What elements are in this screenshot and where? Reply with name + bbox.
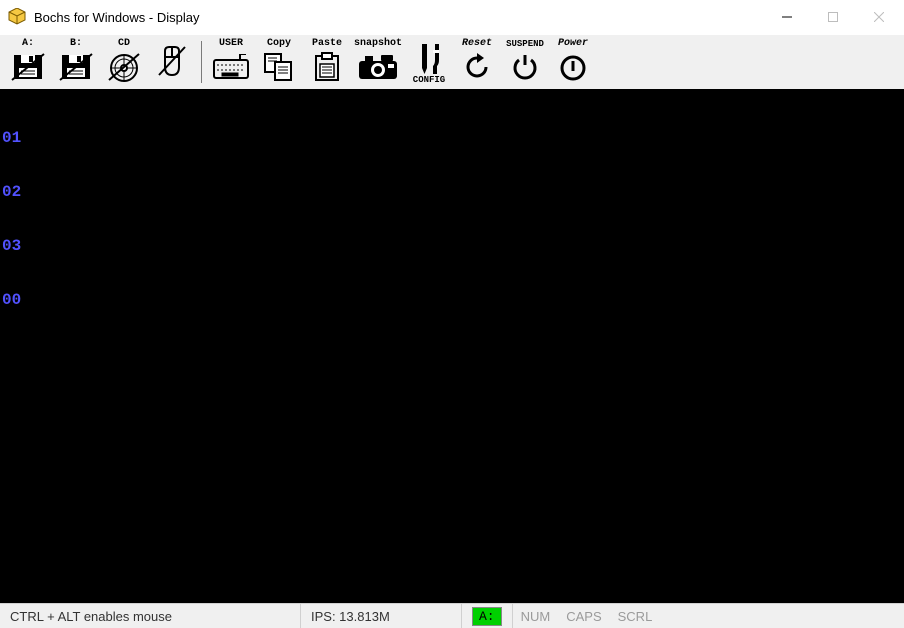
power-button[interactable]: Power xyxy=(551,39,595,85)
paste-icon xyxy=(312,49,342,85)
toolbar-label: Reset xyxy=(462,39,492,49)
suspend-button[interactable]: SUSPEND xyxy=(503,39,547,85)
floppy-b-button[interactable]: B: xyxy=(54,39,98,85)
scrolllock-indicator: SCRL xyxy=(610,609,661,624)
window: Bochs for Windows - Display A: xyxy=(0,0,904,628)
toolbar-label: Paste xyxy=(312,39,342,49)
app-icon xyxy=(8,8,26,26)
window-title: Bochs for Windows - Display xyxy=(34,10,199,25)
titlebar: Bochs for Windows - Display xyxy=(0,0,904,34)
status-ips: IPS: 13.813M xyxy=(301,604,462,628)
toolbar-label: Copy xyxy=(267,39,291,49)
reset-icon xyxy=(463,49,491,85)
console-line: 01 xyxy=(2,129,902,147)
console-line: 03 xyxy=(2,237,902,255)
reset-button[interactable]: Reset xyxy=(455,39,499,85)
status-drive-cell: A: xyxy=(462,604,513,628)
floppy-a-icon xyxy=(11,49,45,85)
minimize-button[interactable] xyxy=(764,2,810,32)
config-button[interactable]: CONFIG xyxy=(407,39,451,85)
camera-icon xyxy=(357,49,399,85)
toolbar-separator xyxy=(201,41,202,83)
copy-button[interactable]: Copy xyxy=(257,39,301,85)
floppy-a-button[interactable]: A: xyxy=(6,39,50,85)
cdrom-icon xyxy=(107,49,141,85)
toolbar-label: B: xyxy=(70,39,82,49)
console-line: 02 xyxy=(2,183,902,201)
keyboard-icon xyxy=(212,49,250,85)
status-hint: CTRL + ALT enables mouse xyxy=(0,604,301,628)
toolbar-label: USER xyxy=(219,39,243,49)
toolbar-label: snapshot xyxy=(354,39,402,49)
console-display[interactable]: 01 02 03 00 xyxy=(0,89,904,603)
capslock-indicator: CAPS xyxy=(558,609,609,624)
paste-button[interactable]: Paste xyxy=(305,39,349,85)
statusbar: CTRL + ALT enables mouse IPS: 13.813M A:… xyxy=(0,603,904,628)
suspend-icon xyxy=(511,49,539,85)
toolbar: A: B: xyxy=(0,34,904,89)
snapshot-button[interactable]: snapshot xyxy=(353,39,403,85)
numlock-indicator: NUM xyxy=(513,609,559,624)
floppy-b-icon xyxy=(59,49,93,85)
power-icon xyxy=(559,49,587,85)
copy-icon xyxy=(263,49,295,85)
config-icon xyxy=(415,43,443,75)
toolbar-label: A: xyxy=(22,39,34,49)
close-button[interactable] xyxy=(856,2,902,32)
toolbar-label: CONFIG xyxy=(413,75,445,85)
user-button[interactable]: USER xyxy=(209,39,253,85)
drive-a-indicator: A: xyxy=(472,607,502,626)
mouse-icon xyxy=(155,39,189,85)
toolbar-label: SUSPEND xyxy=(506,39,544,49)
console-line: 00 xyxy=(2,291,902,309)
mouse-capture-button[interactable] xyxy=(150,39,194,85)
toolbar-label: CD xyxy=(118,39,130,49)
maximize-button[interactable] xyxy=(810,2,856,32)
toolbar-label: Power xyxy=(558,39,588,49)
cdrom-button[interactable]: CD xyxy=(102,39,146,85)
